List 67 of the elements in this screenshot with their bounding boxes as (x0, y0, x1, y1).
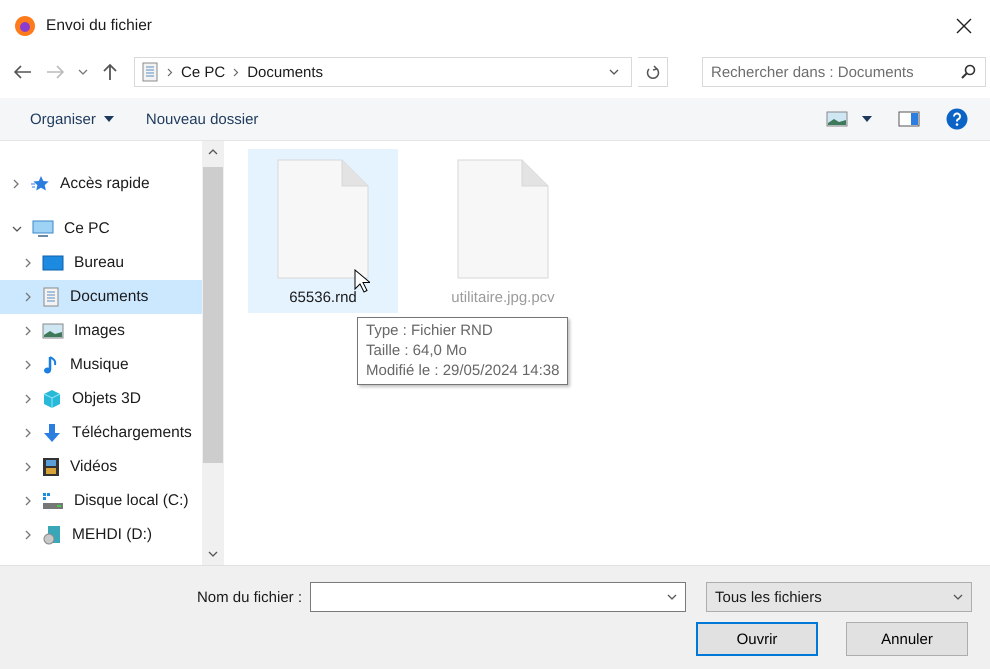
hard-drive-icon (42, 492, 64, 510)
caret-icon (104, 116, 114, 122)
window-title: Envoi du fichier (46, 17, 152, 35)
file-name: utilitaire.jpg.pcv (451, 289, 555, 306)
tree-item[interactable]: Disque local (C:) (0, 484, 202, 518)
chevron-down-icon[interactable] (609, 68, 619, 76)
dialog-button[interactable]: Ouvrir (696, 622, 818, 656)
tree-item[interactable]: Accès rapide (0, 167, 202, 201)
film-strip-icon (42, 457, 60, 477)
mouse-pointer-icon (354, 269, 370, 293)
blank-file-icon (457, 159, 549, 279)
browser-logo-icon (14, 15, 36, 37)
monitor-icon (32, 220, 54, 238)
scroll-up-icon[interactable] (208, 149, 218, 155)
blank-file-icon (277, 159, 369, 279)
scrollbar[interactable] (202, 141, 224, 565)
disc-drive-icon (42, 525, 62, 545)
chevron-right-icon[interactable] (24, 530, 32, 540)
tree-item[interactable]: Images (0, 314, 202, 348)
chevron-right-icon[interactable] (24, 462, 32, 472)
chevron-right-icon (167, 68, 173, 76)
breadcrumb[interactable]: Documents (247, 64, 324, 80)
chevron-down-icon[interactable] (667, 593, 677, 601)
breadcrumb[interactable]: Ce PC (181, 64, 226, 80)
chevron-right-icon[interactable] (24, 394, 32, 404)
document-icon (42, 287, 60, 307)
star-icon (30, 175, 50, 193)
chevron-down-icon[interactable] (953, 593, 963, 601)
tree-item[interactable]: Téléchargements (0, 416, 202, 450)
chevron-right-icon[interactable] (24, 292, 32, 302)
landscape-picture-icon (826, 111, 848, 127)
tree-item[interactable]: Ce PC (0, 212, 202, 246)
new-folder-button[interactable]: Nouveau dossier (130, 106, 274, 132)
tree-item[interactable]: Musique (0, 348, 202, 382)
dialog-button[interactable]: Annuler (846, 622, 968, 656)
scroll-down-icon[interactable] (208, 551, 218, 557)
file-name-label: Nom du fichier : (196, 588, 302, 606)
chevron-down-icon (78, 68, 88, 76)
refresh-icon (646, 64, 660, 80)
chevron-right-icon[interactable] (24, 258, 32, 268)
file-item[interactable]: 65536.rnd (248, 149, 398, 313)
chevron-right-icon[interactable] (24, 326, 32, 336)
desktop-icon (42, 254, 64, 272)
organize-button[interactable]: Organiser (14, 106, 130, 132)
chevron-right-icon[interactable] (24, 360, 32, 370)
tree-item[interactable]: Vidéos (0, 450, 202, 484)
chevron-right-icon[interactable] (24, 496, 32, 506)
file-type-dropdown[interactable]: Tous les fichiers (706, 582, 972, 612)
tree-item[interactable]: MEHDI (D:) (0, 518, 202, 552)
document-icon (141, 62, 159, 82)
file-name-field[interactable] (310, 582, 686, 612)
refresh-button[interactable] (638, 57, 668, 87)
landscape-picture-icon (42, 323, 64, 339)
tree-item[interactable]: Objets 3D (0, 382, 202, 416)
caret-icon (862, 116, 872, 122)
down-arrow-icon (42, 423, 62, 443)
file-tooltip: Type : Fichier RND Taille : 64,0 Mo Modifié le : 29/05/2024 14:38 (357, 317, 568, 385)
cube-icon (42, 389, 62, 409)
chevron-right-icon (233, 68, 240, 76)
chevron-right-icon[interactable] (12, 179, 20, 189)
file-name: 65536.rnd (289, 289, 357, 306)
chevron-right-icon[interactable] (24, 428, 32, 438)
tree-item[interactable]: Documents (0, 280, 202, 314)
address-bar[interactable]: Ce PC Documents (134, 57, 632, 87)
chevron-down-icon[interactable] (12, 225, 22, 233)
tree-item[interactable]: Bureau (0, 246, 202, 280)
search-field[interactable]: Rechercher dans : Documents (702, 57, 986, 87)
